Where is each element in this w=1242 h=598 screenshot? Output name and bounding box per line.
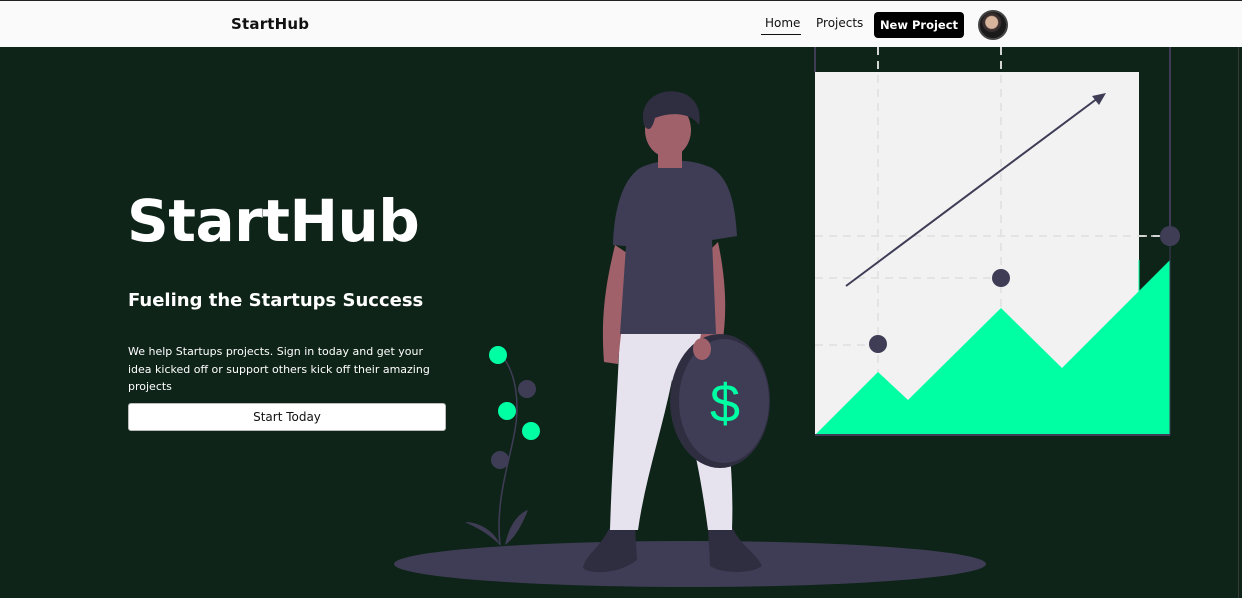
person-illustration: $	[583, 91, 770, 573]
page-scrollbar-edge	[1238, 47, 1242, 598]
growth-chart-illustration	[814, 47, 1180, 436]
hero-illustration: $	[394, 47, 1180, 587]
hero-subtitle: Fueling the Startups Success	[128, 290, 424, 311]
plant-illustration	[465, 346, 540, 546]
nav-link-home[interactable]: Home	[765, 16, 800, 32]
ground-shadow	[394, 541, 986, 587]
new-project-button[interactable]: New Project	[874, 12, 964, 38]
active-link-underline	[761, 34, 801, 35]
top-navbar: StartHub Home Projects New Project	[0, 0, 1242, 47]
dollar-coin-icon: $	[710, 374, 740, 434]
user-avatar[interactable]	[978, 10, 1008, 40]
hero-title: StartHub	[127, 187, 420, 255]
nav-link-projects[interactable]: Projects	[816, 16, 863, 30]
brand-logo[interactable]: StartHub	[231, 15, 309, 33]
